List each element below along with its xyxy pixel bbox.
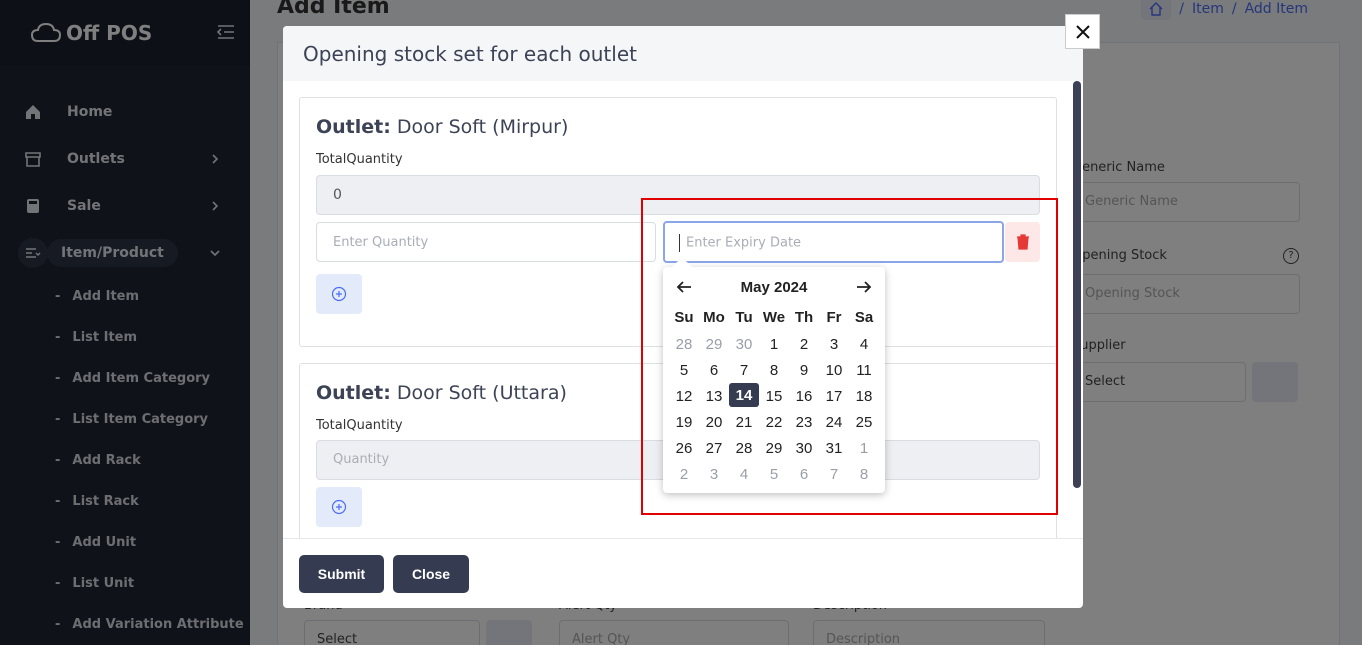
modal-close-button[interactable] — [1065, 14, 1100, 49]
outlet-title: Outlet: Door Soft (Mirpur) — [316, 116, 568, 138]
add-row-button[interactable] — [316, 487, 362, 527]
total-quantity-label: TotalQuantity — [316, 152, 403, 167]
plus-circle-icon — [331, 499, 347, 515]
add-row-button[interactable] — [316, 274, 362, 314]
outlet-prefix: Outlet: — [316, 382, 391, 404]
outlet-title: Outlet: Door Soft (Uttara) — [316, 382, 567, 404]
outlet-prefix: Outlet: — [316, 116, 391, 138]
plus-circle-icon — [331, 286, 347, 302]
modal-title: Opening stock set for each outlet — [303, 41, 637, 66]
close-button[interactable]: Close — [393, 555, 469, 593]
modal-footer: Submit Close — [283, 538, 1083, 608]
modal-header: Opening stock set for each outlet — [283, 26, 1083, 81]
total-quantity-label: TotalQuantity — [316, 418, 403, 433]
quantity-input[interactable]: Enter Quantity — [316, 222, 656, 262]
submit-button[interactable]: Submit — [299, 555, 384, 593]
highlight-box — [641, 198, 1058, 515]
close-icon — [1075, 24, 1090, 39]
modal-scrollbar[interactable] — [1073, 81, 1081, 488]
outlet-name: Door Soft (Uttara) — [396, 382, 567, 404]
outlet-name: Door Soft (Mirpur) — [396, 116, 569, 138]
